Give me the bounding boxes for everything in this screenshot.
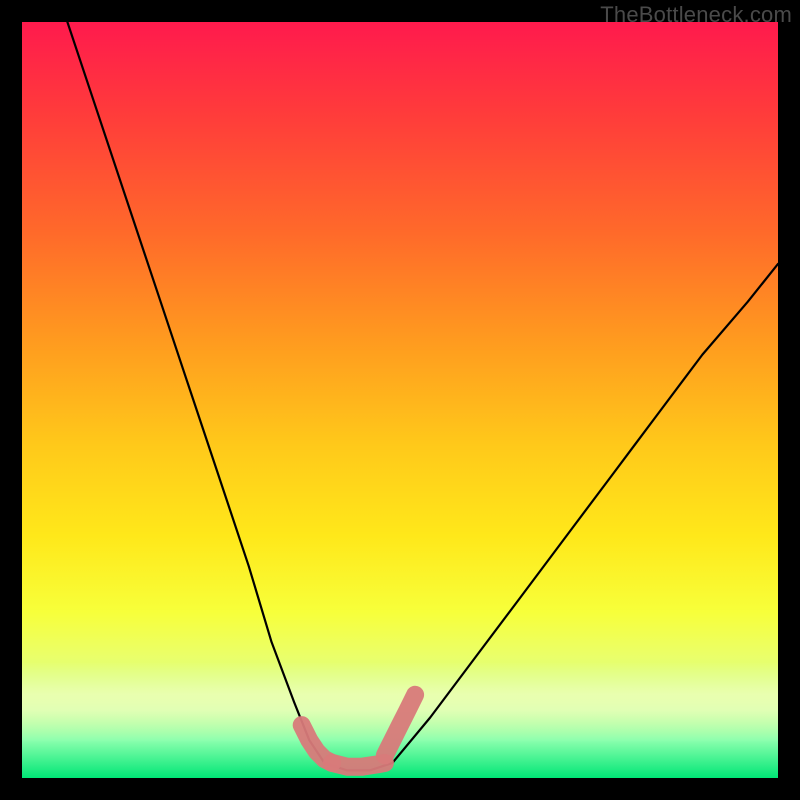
- curve-layer: [22, 22, 778, 778]
- right-marker-seg: [385, 695, 415, 756]
- plot-area: [22, 22, 778, 778]
- bottleneck-curve: [67, 22, 778, 770]
- floor-marker-seg: [332, 763, 385, 767]
- chart-stage: TheBottleneck.com: [0, 0, 800, 800]
